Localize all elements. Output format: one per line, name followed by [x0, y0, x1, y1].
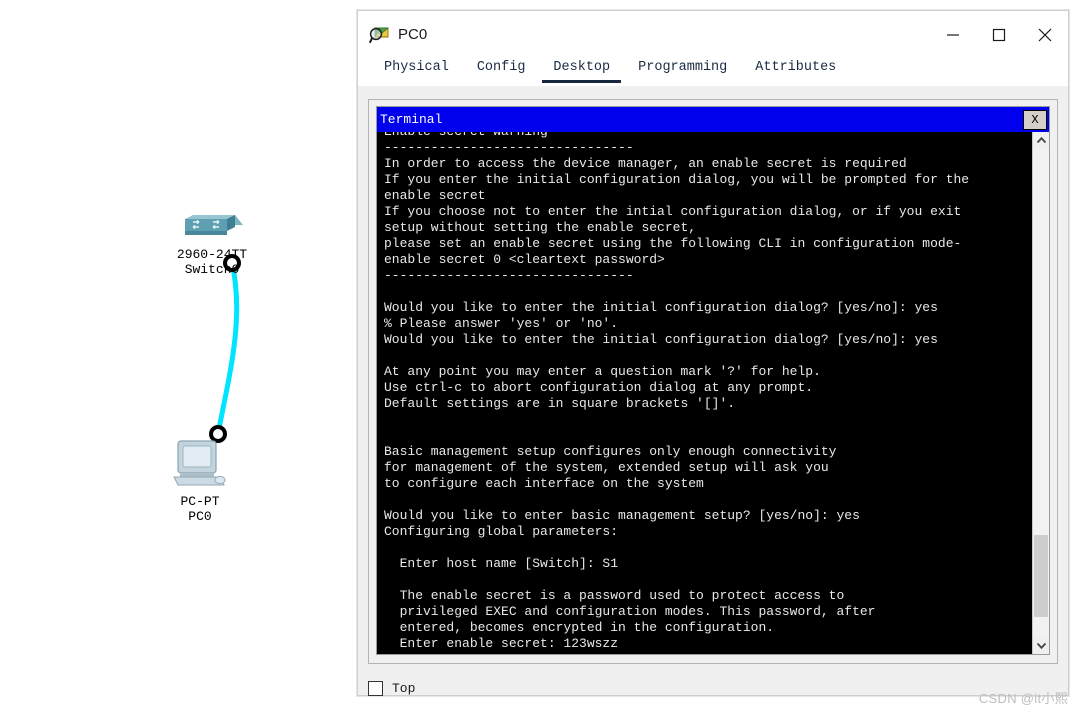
tab-config[interactable]: Config [466, 58, 537, 83]
desktop-content-panel: Terminal X Enable secret warning--------… [368, 99, 1058, 664]
terminal-clipped-line: Enable secret warning [384, 132, 1032, 140]
device-model-label: PC-PT [180, 494, 220, 509]
window-controls [930, 11, 1068, 58]
link-cable [209, 254, 241, 443]
tab-programming[interactable]: Programming [627, 58, 738, 83]
top-checkbox-label: Top [392, 680, 416, 696]
device-name-label: PC0 [188, 509, 212, 524]
device-model-label: 2960-24TT [176, 247, 248, 262]
packet-tracer-inspect-icon [368, 25, 390, 45]
tab-desktop[interactable]: Desktop [542, 58, 622, 83]
terminal-output[interactable]: Enable secret warning-------------------… [377, 132, 1032, 654]
terminal-scrollbar[interactable] [1032, 132, 1049, 654]
window-titlebar: PC0 [358, 11, 1068, 58]
watermark: CSDN @it小熙 [978, 691, 1068, 706]
device-switch0[interactable]: 2960-24TT Switch0 [152, 205, 272, 277]
window-title: PC0 [398, 26, 428, 43]
network-topology-workspace[interactable]: 2960-24TT Switch0 PC-PT PC0 [0, 0, 357, 711]
pc-desktop-icon [170, 437, 230, 493]
device-window-pc0: PC0 Physical Config Desktop Programming … [357, 10, 1069, 696]
tab-physical[interactable]: Physical [373, 58, 460, 83]
minimize-button[interactable] [930, 11, 976, 58]
scroll-up-arrow-icon[interactable] [1033, 132, 1049, 149]
top-checkbox[interactable] [368, 680, 383, 696]
tab-attributes[interactable]: Attributes [744, 58, 847, 83]
device-pc0[interactable]: PC-PT PC0 [145, 437, 255, 524]
scrollbar-track[interactable] [1033, 149, 1049, 637]
terminal-title: Terminal [380, 112, 443, 127]
close-icon[interactable] [1022, 11, 1068, 58]
switch-icon [181, 205, 243, 245]
terminal-close-button[interactable]: X [1023, 109, 1047, 130]
maximize-button[interactable] [976, 11, 1022, 58]
device-tabs: Physical Config Desktop Programming Attr… [358, 58, 1068, 86]
scrollbar-thumb[interactable] [1034, 534, 1048, 618]
terminal-window: Terminal X Enable secret warning--------… [376, 106, 1050, 655]
device-name-label: Switch0 [184, 262, 240, 277]
bottom-bar: Top [368, 676, 1058, 700]
scroll-down-arrow-icon[interactable] [1033, 637, 1049, 654]
terminal-body: Enable secret warning-------------------… [377, 132, 1049, 654]
terminal-content: -------------------------------- In orde… [384, 140, 970, 651]
terminal-titlebar: Terminal X [377, 107, 1049, 132]
